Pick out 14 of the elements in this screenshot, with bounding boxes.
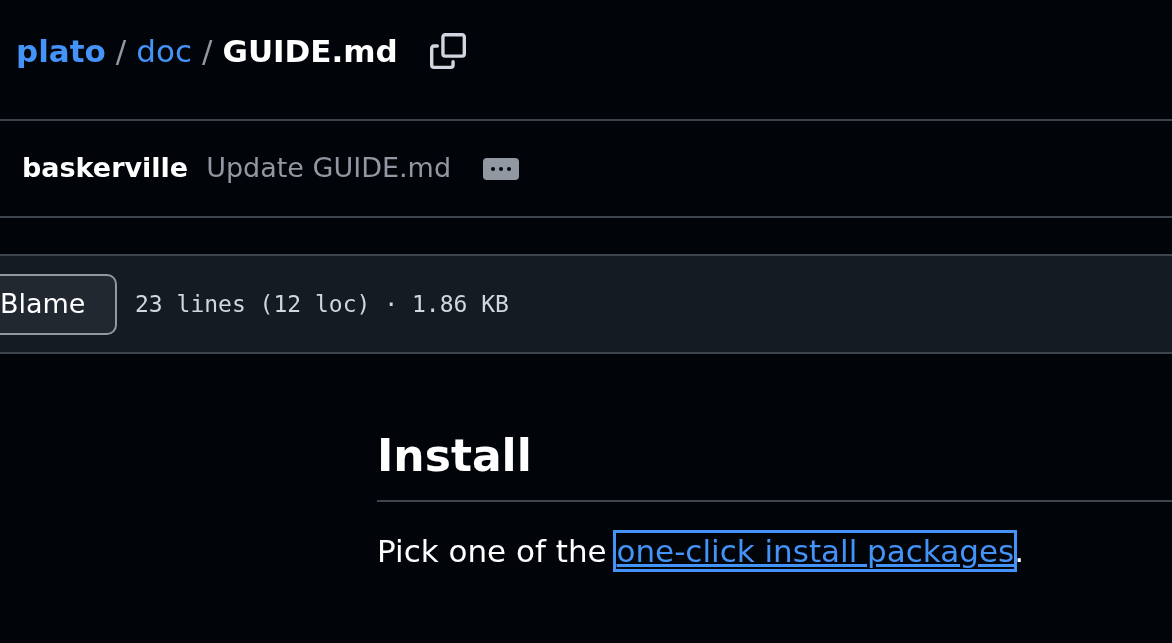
file-name: GUIDE.md	[222, 31, 398, 71]
more-button[interactable]	[483, 157, 520, 180]
separator: /	[115, 31, 127, 71]
section-heading: Install	[377, 429, 532, 483]
separator: /	[202, 31, 213, 71]
copy-icon[interactable]	[429, 33, 466, 69]
link[interactable]: one-click install packages	[616, 533, 1015, 569]
breadcrumb-link[interactable]: plato	[16, 27, 106, 75]
file-info: 23 lines (12 loc) · 1.86 KB	[135, 289, 509, 319]
breadcrumb-link[interactable]: doc	[136, 27, 192, 75]
commit-message[interactable]: Update GUIDE.md	[206, 148, 452, 189]
commit-author[interactable]: baskerville	[22, 148, 189, 189]
paragraph: Pick one of the one-click install packages.	[377, 528, 1024, 575]
blame-button[interactable]: Blame	[0, 273, 117, 335]
